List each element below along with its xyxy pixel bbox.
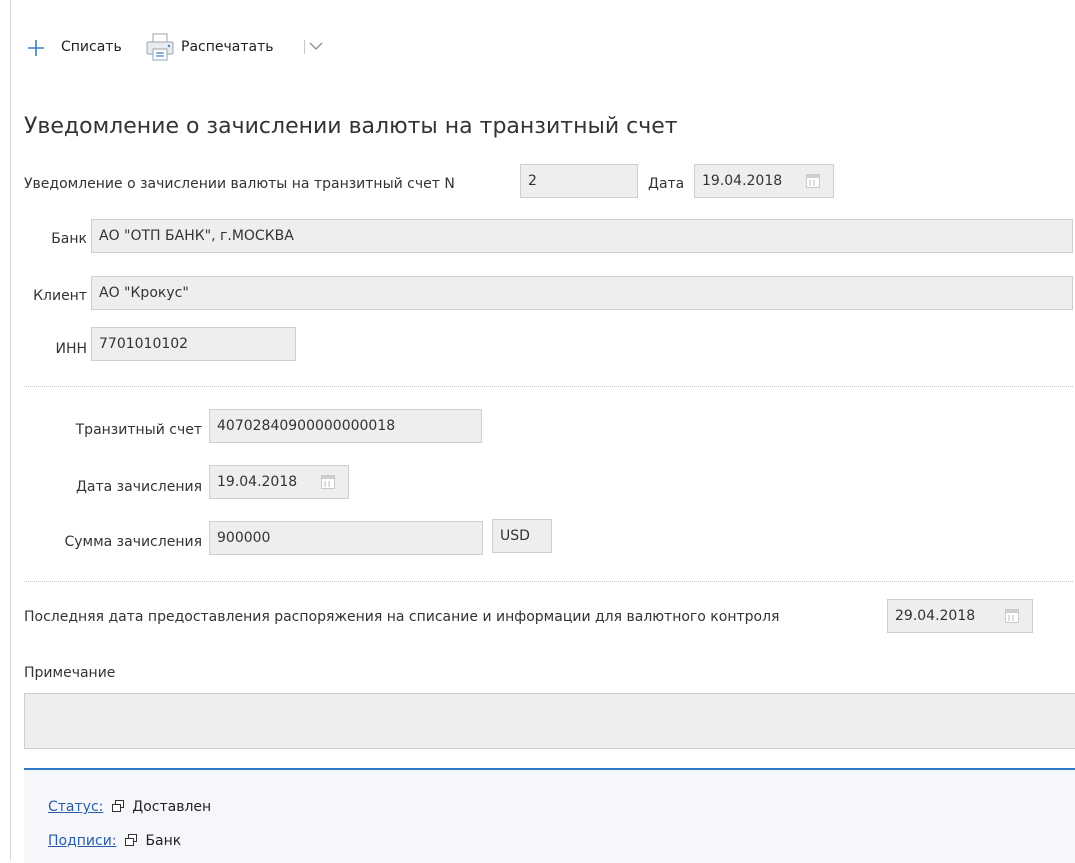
bank-label: Банк: [51, 231, 87, 247]
bank-value: АО "ОТП БАНК", г.МОСКВА: [99, 228, 294, 244]
notification-number-label: Уведомление о зачислении валюты на транз…: [24, 176, 455, 192]
print-label: Распечатать: [181, 39, 274, 55]
inn-field[interactable]: 7701010102: [91, 327, 296, 361]
credit-amount-label: Сумма зачисления: [64, 534, 202, 550]
signatures-row: Подписи: Банк: [48, 832, 181, 850]
calendar-icon[interactable]: [806, 174, 820, 188]
page-title: Уведомление о зачислении валюты на транз…: [24, 114, 678, 139]
inn-value: 7701010102: [99, 336, 189, 352]
toolbar-separator: [304, 40, 305, 54]
last-date-value: 29.04.2018: [895, 608, 976, 624]
notification-number-value: 2: [528, 173, 537, 189]
open-window-icon[interactable]: [111, 800, 124, 812]
client-value: АО "Крокус": [99, 285, 189, 301]
signatures-value: Банк: [145, 833, 182, 849]
plus-icon: [28, 40, 44, 56]
note-textarea[interactable]: [24, 693, 1075, 749]
transit-account-field[interactable]: 40702840900000000018: [209, 409, 482, 443]
date-label: Дата: [648, 176, 685, 192]
write-off-label: Списать: [61, 39, 122, 55]
calendar-icon[interactable]: [1005, 609, 1019, 623]
calendar-icon[interactable]: [321, 475, 335, 489]
notification-number-field[interactable]: 2: [520, 164, 638, 198]
left-frame-border: [10, 0, 11, 861]
section-divider: [24, 581, 1073, 582]
client-field[interactable]: АО "Крокус": [91, 276, 1073, 310]
credit-amount-field[interactable]: 900000: [209, 521, 483, 555]
currency-value: USD: [500, 528, 530, 544]
status-value: Доставлен: [132, 799, 212, 815]
chevron-down-icon[interactable]: [309, 40, 323, 52]
status-row: Статус: Доставлен: [48, 798, 211, 816]
last-date-label: Последняя дата предоставления распоряжен…: [24, 609, 780, 625]
bank-field[interactable]: АО "ОТП БАНК", г.МОСКВА: [91, 219, 1073, 253]
note-label: Примечание: [24, 665, 116, 681]
date-field[interactable]: 19.04.2018: [694, 164, 834, 198]
status-link[interactable]: Статус:: [48, 799, 103, 815]
client-label: Клиент: [33, 288, 87, 304]
open-window-icon[interactable]: [125, 834, 137, 846]
print-button[interactable]: Распечатать: [145, 32, 295, 62]
inn-label: ИНН: [55, 341, 87, 357]
write-off-button[interactable]: Списать: [26, 36, 136, 60]
credit-date-field[interactable]: 19.04.2018: [209, 465, 349, 499]
section-divider: [24, 386, 1073, 387]
last-date-field[interactable]: 29.04.2018: [887, 599, 1033, 633]
signatures-link[interactable]: Подписи:: [48, 833, 117, 849]
transit-account-label: Транзитный счет: [75, 422, 202, 438]
credit-amount-value: 900000: [217, 530, 271, 546]
credit-date-label: Дата зачисления: [75, 479, 202, 495]
currency-field[interactable]: USD: [492, 519, 552, 553]
credit-date-value: 19.04.2018: [217, 474, 298, 490]
transit-account-value: 40702840900000000018: [217, 418, 396, 434]
date-value: 19.04.2018: [702, 173, 783, 189]
toolbar: Списать Распечатать: [0, 0, 1075, 94]
printer-icon: [146, 33, 174, 61]
